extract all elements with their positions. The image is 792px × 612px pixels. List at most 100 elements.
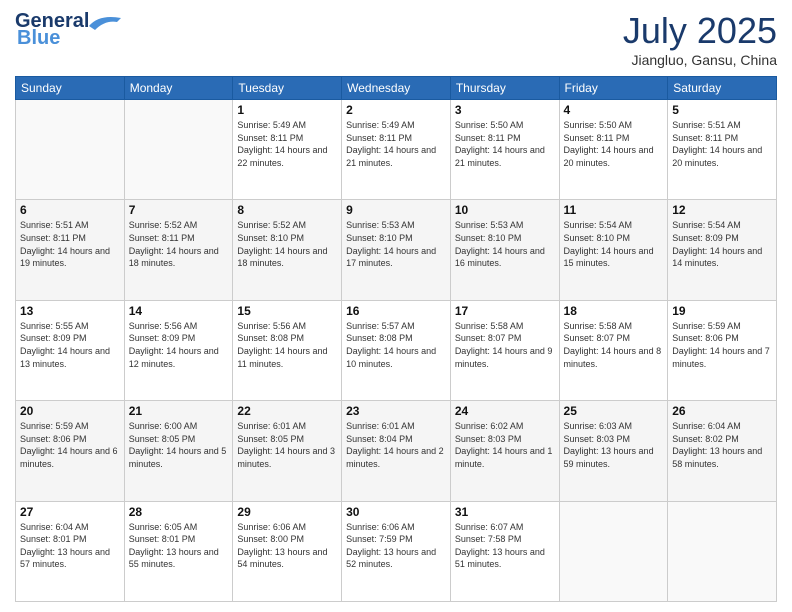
- day-info: Sunrise: 6:03 AM Sunset: 8:03 PM Dayligh…: [564, 420, 664, 470]
- calendar-cell: 24 Sunrise: 6:02 AM Sunset: 8:03 PM Dayli…: [450, 401, 559, 501]
- calendar-cell: 15Sunrise: 5:56 AM Sunset: 8:08 PM Dayli…: [233, 300, 342, 400]
- day-info: Sunrise: 5:53 AM Sunset: 8:10 PM Dayligh…: [346, 219, 446, 269]
- day-info: Sunrise: 6:04 AM Sunset: 8:02 PM Dayligh…: [672, 420, 772, 470]
- calendar-cell: 7Sunrise: 5:52 AM Sunset: 8:11 PM Daylig…: [124, 200, 233, 300]
- calendar-cell: 2 Sunrise: 5:49 AM Sunset: 8:11 PM Daylig…: [342, 100, 451, 200]
- day-info: Sunrise: 5:49 AM Sunset: 8:11 PM Dayligh…: [237, 119, 337, 169]
- calendar-cell: 10 Sunrise: 5:53 AM Sunset: 8:10 PM Dayli…: [450, 200, 559, 300]
- calendar-cell: [124, 100, 233, 200]
- day-info: Sunrise: 5:50 AM Sunset: 8:11 PM Dayligh…: [564, 119, 664, 169]
- location-subtitle: Jiangluo, Gansu, China: [623, 52, 777, 68]
- day-info: Sunrise: 6:06 AM Sunset: 8:00 PM Dayligh…: [237, 521, 337, 571]
- day-info: Sunrise: 5:50 AM Sunset: 8:11 PM Dayligh…: [455, 119, 555, 169]
- calendar-header-row: SundayMondayTuesdayWednesdayThursdayFrid…: [16, 77, 777, 100]
- day-info: Sunrise: 6:05 AM Sunset: 8:01 PM Dayligh…: [129, 521, 229, 571]
- day-info: Sunrise: 6:01 AM Sunset: 8:04 PM Dayligh…: [346, 420, 446, 470]
- calendar-cell: 14 Sunrise: 5:56 AM Sunset: 8:09 PM Dayli…: [124, 300, 233, 400]
- day-info: Sunrise: 5:56 AM Sunset: 8:09 PM Dayligh…: [129, 320, 229, 370]
- calendar-week-row: 6 Sunrise: 5:51 AM Sunset: 8:11 PM Daylig…: [16, 200, 777, 300]
- day-number: 29: [237, 505, 337, 519]
- day-number: 19: [672, 304, 772, 318]
- day-info: Sunrise: 5:53 AM Sunset: 8:10 PM Dayligh…: [455, 219, 555, 269]
- day-number: 11: [564, 203, 664, 217]
- day-number: 30: [346, 505, 446, 519]
- day-info: Sunrise: 5:58 AM Sunset: 8:07 PM Dayligh…: [564, 320, 664, 370]
- calendar-cell: 29 Sunrise: 6:06 AM Sunset: 8:00 PM Dayli…: [233, 501, 342, 601]
- calendar-cell: 28 Sunrise: 6:05 AM Sunset: 8:01 PM Dayli…: [124, 501, 233, 601]
- calendar-cell: 25 Sunrise: 6:03 AM Sunset: 8:03 PM Dayli…: [559, 401, 668, 501]
- calendar-week-row: 13 Sunrise: 5:55 AM Sunset: 8:09 PM Dayli…: [16, 300, 777, 400]
- calendar-cell: 9 Sunrise: 5:53 AM Sunset: 8:10 PM Daylig…: [342, 200, 451, 300]
- calendar-cell: [559, 501, 668, 601]
- calendar-week-row: 27Sunrise: 6:04 AM Sunset: 8:01 PM Dayli…: [16, 501, 777, 601]
- logo-wing-icon: [89, 12, 121, 32]
- day-number: 21: [129, 404, 229, 418]
- logo: General Blue: [15, 10, 121, 50]
- day-number: 13: [20, 304, 120, 318]
- day-info: Sunrise: 5:54 AM Sunset: 8:09 PM Dayligh…: [672, 219, 772, 269]
- calendar-cell: [668, 501, 777, 601]
- day-info: Sunrise: 6:07 AM Sunset: 7:58 PM Dayligh…: [455, 521, 555, 571]
- calendar-day-header: Saturday: [668, 77, 777, 100]
- day-info: Sunrise: 5:59 AM Sunset: 8:06 PM Dayligh…: [20, 420, 120, 470]
- day-number: 3: [455, 103, 555, 117]
- day-number: 17: [455, 304, 555, 318]
- day-number: 25: [564, 404, 664, 418]
- calendar-cell: 22 Sunrise: 6:01 AM Sunset: 8:05 PM Dayli…: [233, 401, 342, 501]
- calendar-cell: 31 Sunrise: 6:07 AM Sunset: 7:58 PM Dayli…: [450, 501, 559, 601]
- calendar-cell: 16 Sunrise: 5:57 AM Sunset: 8:08 PM Dayli…: [342, 300, 451, 400]
- calendar-day-header: Friday: [559, 77, 668, 100]
- day-number: 9: [346, 203, 446, 217]
- day-info: Sunrise: 5:52 AM Sunset: 8:10 PM Dayligh…: [237, 219, 337, 269]
- calendar-cell: 26 Sunrise: 6:04 AM Sunset: 8:02 PM Dayli…: [668, 401, 777, 501]
- day-number: 4: [564, 103, 664, 117]
- calendar-cell: 11Sunrise: 5:54 AM Sunset: 8:10 PM Dayli…: [559, 200, 668, 300]
- calendar-day-header: Sunday: [16, 77, 125, 100]
- day-number: 20: [20, 404, 120, 418]
- calendar-cell: 17 Sunrise: 5:58 AM Sunset: 8:07 PM Dayli…: [450, 300, 559, 400]
- day-number: 2: [346, 103, 446, 117]
- day-number: 14: [129, 304, 229, 318]
- calendar-day-header: Wednesday: [342, 77, 451, 100]
- day-number: 15: [237, 304, 337, 318]
- day-number: 23: [346, 404, 446, 418]
- day-number: 16: [346, 304, 446, 318]
- calendar-cell: 1 Sunrise: 5:49 AM Sunset: 8:11 PM Daylig…: [233, 100, 342, 200]
- day-number: 18: [564, 304, 664, 318]
- day-info: Sunrise: 6:02 AM Sunset: 8:03 PM Dayligh…: [455, 420, 555, 470]
- month-title: July 2025: [623, 10, 777, 52]
- day-number: 22: [237, 404, 337, 418]
- day-info: Sunrise: 5:51 AM Sunset: 8:11 PM Dayligh…: [672, 119, 772, 169]
- calendar-day-header: Thursday: [450, 77, 559, 100]
- calendar-cell: 6 Sunrise: 5:51 AM Sunset: 8:11 PM Daylig…: [16, 200, 125, 300]
- calendar-cell: 12Sunrise: 5:54 AM Sunset: 8:09 PM Dayli…: [668, 200, 777, 300]
- calendar-cell: 18 Sunrise: 5:58 AM Sunset: 8:07 PM Dayli…: [559, 300, 668, 400]
- calendar-table: SundayMondayTuesdayWednesdayThursdayFrid…: [15, 76, 777, 602]
- day-info: Sunrise: 6:01 AM Sunset: 8:05 PM Dayligh…: [237, 420, 337, 470]
- calendar-cell: 5 Sunrise: 5:51 AM Sunset: 8:11 PM Daylig…: [668, 100, 777, 200]
- day-number: 7: [129, 203, 229, 217]
- day-number: 28: [129, 505, 229, 519]
- day-info: Sunrise: 5:58 AM Sunset: 8:07 PM Dayligh…: [455, 320, 555, 370]
- calendar-cell: 21 Sunrise: 6:00 AM Sunset: 8:05 PM Dayli…: [124, 401, 233, 501]
- day-number: 26: [672, 404, 772, 418]
- page-header: General Blue July 2025 Jiangluo, Gansu, …: [15, 10, 777, 68]
- day-number: 8: [237, 203, 337, 217]
- day-info: Sunrise: 5:49 AM Sunset: 8:11 PM Dayligh…: [346, 119, 446, 169]
- day-number: 1: [237, 103, 337, 117]
- calendar-day-header: Tuesday: [233, 77, 342, 100]
- day-number: 31: [455, 505, 555, 519]
- day-info: Sunrise: 6:00 AM Sunset: 8:05 PM Dayligh…: [129, 420, 229, 470]
- day-info: Sunrise: 5:51 AM Sunset: 8:11 PM Dayligh…: [20, 219, 120, 269]
- calendar-day-header: Monday: [124, 77, 233, 100]
- day-number: 24: [455, 404, 555, 418]
- calendar-cell: 8 Sunrise: 5:52 AM Sunset: 8:10 PM Daylig…: [233, 200, 342, 300]
- day-number: 6: [20, 203, 120, 217]
- day-info: Sunrise: 6:06 AM Sunset: 7:59 PM Dayligh…: [346, 521, 446, 571]
- day-info: Sunrise: 5:55 AM Sunset: 8:09 PM Dayligh…: [20, 320, 120, 370]
- day-number: 10: [455, 203, 555, 217]
- day-number: 5: [672, 103, 772, 117]
- day-info: Sunrise: 5:57 AM Sunset: 8:08 PM Dayligh…: [346, 320, 446, 370]
- day-number: 27: [20, 505, 120, 519]
- calendar-cell: [16, 100, 125, 200]
